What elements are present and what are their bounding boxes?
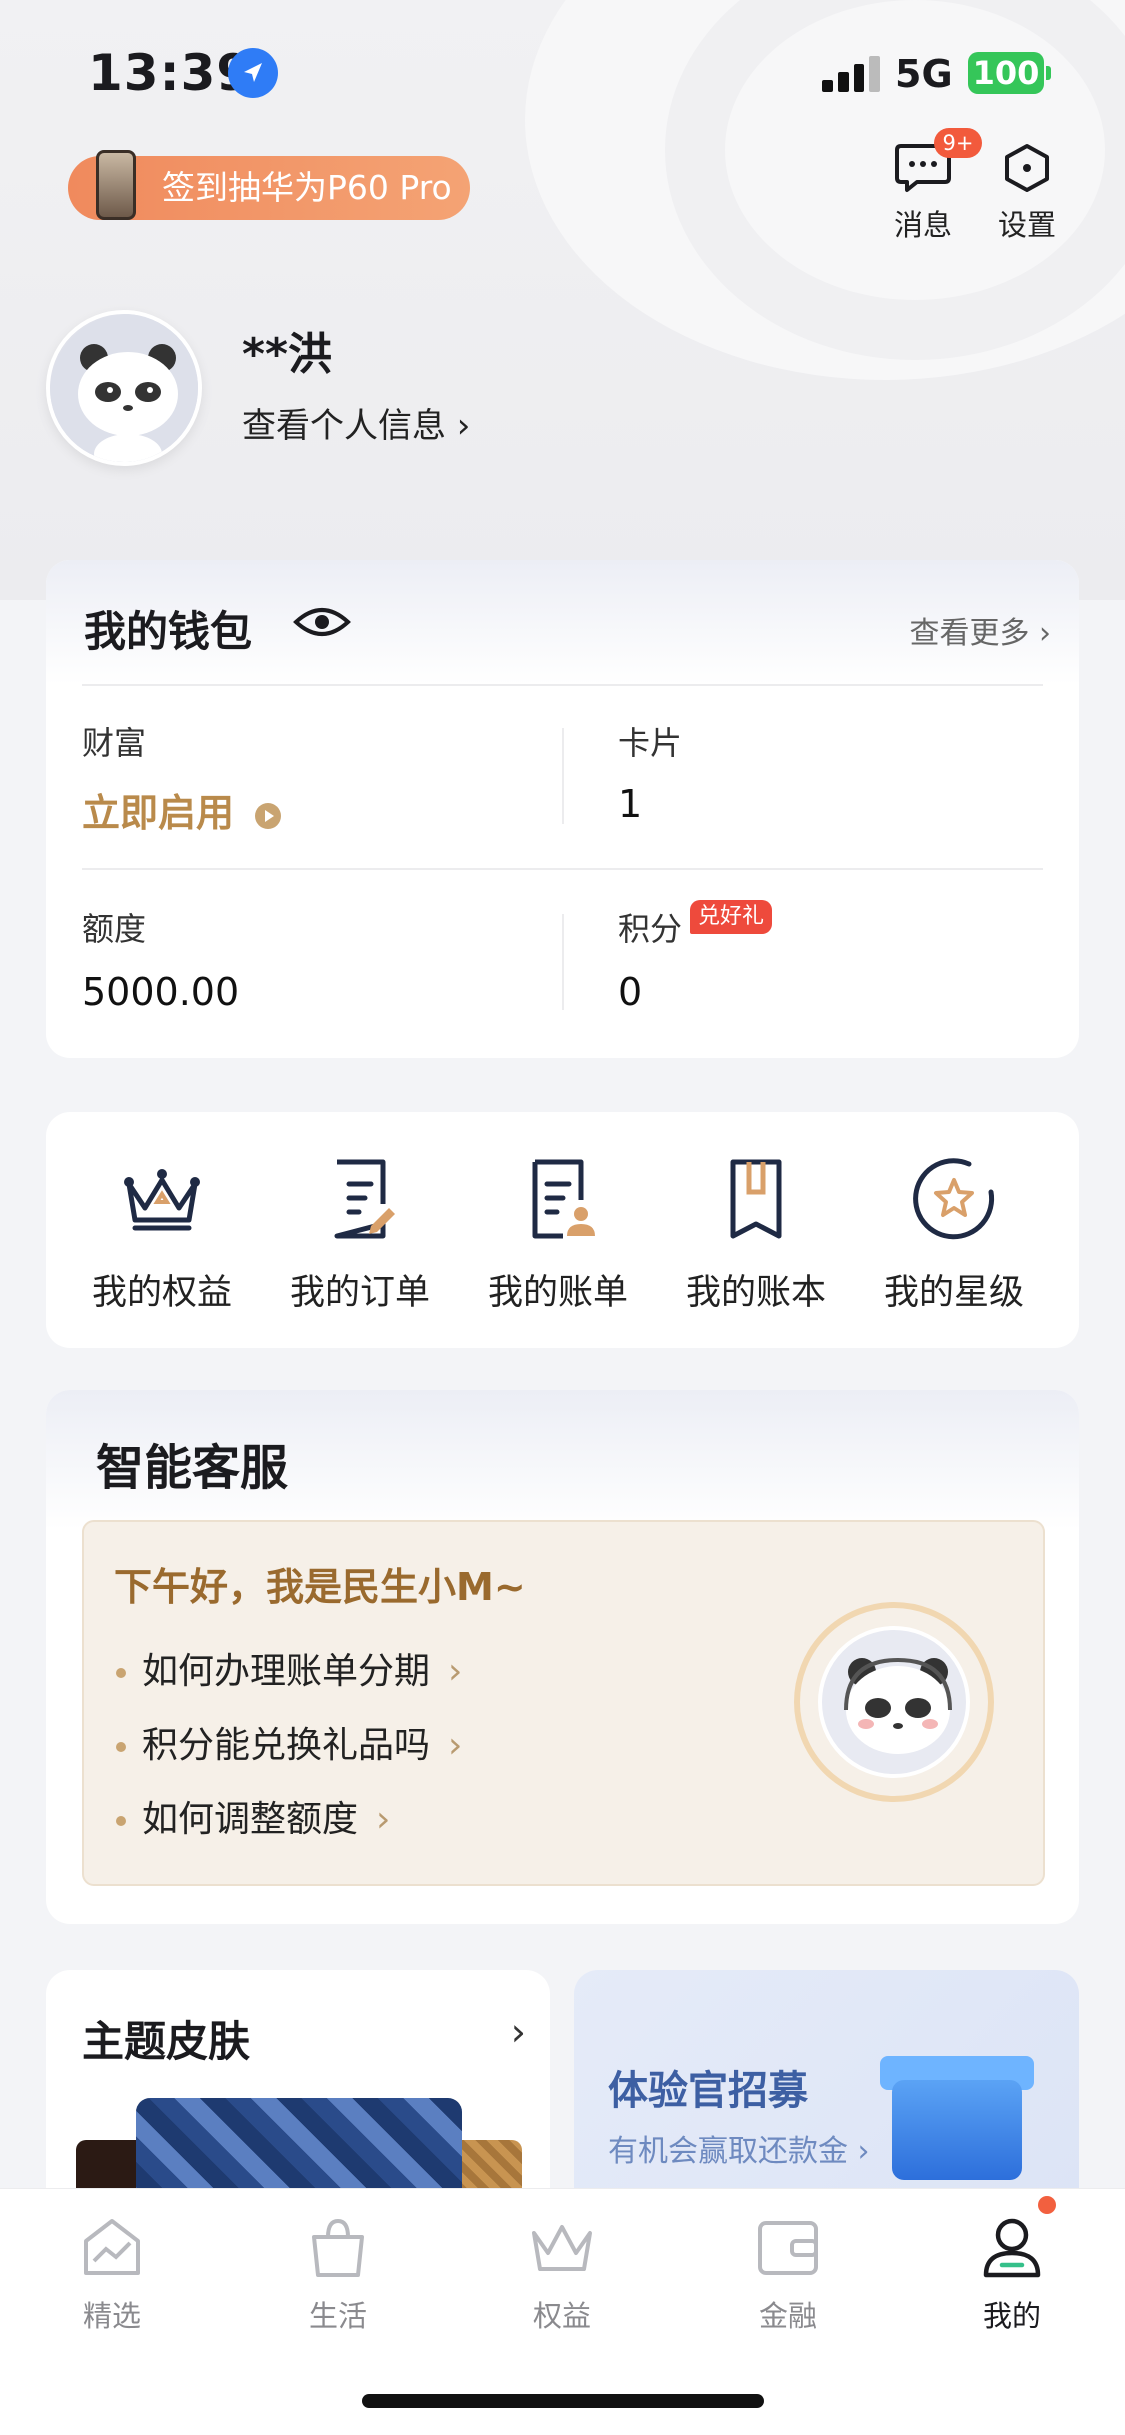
recruit-title: 体验官招募 bbox=[608, 2068, 808, 2114]
shopping-bag-icon bbox=[312, 2218, 364, 2277]
home-indicator[interactable] bbox=[362, 2394, 764, 2408]
wallet-title: 我的钱包 bbox=[84, 607, 253, 656]
shortcuts-card: 我的权益 我的订单 我的账单 我的账本 我的星级 bbox=[46, 1112, 1079, 1348]
tab-life[interactable]: 生活 bbox=[258, 2211, 418, 2335]
shortcut-label: 我的账单 bbox=[487, 1273, 628, 1313]
cards-value[interactable]: 1 bbox=[618, 782, 642, 826]
shortcut-label: 我的账本 bbox=[685, 1273, 826, 1313]
tab-finance[interactable]: 金融 bbox=[708, 2211, 868, 2335]
location-arrow-icon bbox=[228, 48, 278, 98]
order-icon bbox=[334, 1159, 395, 1239]
wealth-enable-label: 立即启用 bbox=[82, 791, 235, 835]
chevron-right-icon: › bbox=[448, 1651, 463, 1692]
crown-outline-icon bbox=[532, 2225, 592, 2271]
assistant-avatar[interactable] bbox=[794, 1602, 994, 1802]
shortcut-star-level[interactable]: 我的星级 bbox=[854, 1154, 1054, 1315]
tab-mine[interactable]: 我的 bbox=[932, 2211, 1092, 2335]
service-title: 智能客服 bbox=[96, 1440, 289, 1496]
bill-icon bbox=[532, 1159, 595, 1239]
gift-box-body bbox=[892, 2080, 1022, 2180]
faq-item[interactable]: 如何办理账单分期 › bbox=[116, 1642, 462, 1694]
settings-label: 设置 bbox=[997, 208, 1056, 242]
featured-icon bbox=[84, 2219, 140, 2275]
service-greeting: 下午好，我是民生小M~ bbox=[114, 1565, 526, 1609]
bullet-dot bbox=[116, 1816, 126, 1826]
network-type: 5G bbox=[895, 52, 953, 96]
tab-label: 金融 bbox=[758, 2299, 817, 2333]
promo-label: 签到抽华为P60 Pro bbox=[162, 168, 452, 207]
crown-icon bbox=[124, 1169, 200, 1231]
user-name: **洪 bbox=[242, 329, 333, 380]
service-chat-panel[interactable]: 下午好，我是民生小M~ 如何办理账单分期 › 积分能兑换礼品吗 › 如何调整额度 › bbox=[82, 1520, 1045, 1886]
faq-question: 如何调整额度 bbox=[142, 1799, 359, 1840]
theme-title: 主题皮肤 bbox=[82, 2017, 251, 2066]
user-profile-icon bbox=[983, 2218, 1041, 2278]
ledger-icon bbox=[730, 1159, 782, 1239]
recruit-subtitle-text: 有机会赢取还款金 bbox=[608, 2134, 848, 2169]
cellular-signal-icon bbox=[822, 56, 880, 92]
messages-label: 消息 bbox=[893, 208, 952, 242]
battery-icon: 100 bbox=[968, 52, 1044, 94]
bullet-dot bbox=[116, 1668, 126, 1678]
smart-service-card: 智能客服 下午好，我是民生小M~ 如何办理账单分期 › 积分能兑换礼品吗 › 如何调… bbox=[46, 1390, 1079, 1924]
divider bbox=[82, 684, 1043, 686]
settings-hexagon-icon bbox=[1005, 144, 1049, 192]
tab-benefits[interactable]: 权益 bbox=[482, 2211, 642, 2335]
tab-featured[interactable]: 精选 bbox=[32, 2211, 192, 2335]
view-more-link[interactable]: 查看更多 › bbox=[909, 608, 1051, 652]
shortcut-orders[interactable]: 我的订单 bbox=[260, 1154, 460, 1315]
points-value[interactable]: 0 bbox=[618, 970, 642, 1014]
recruit-subtitle: 有机会赢取还款金 › bbox=[608, 2134, 870, 2169]
checkin-promo-button[interactable]: 签到抽华为P60 Pro bbox=[68, 150, 470, 220]
wallet-card: 我的钱包 查看更多 › 财富 立即启用 卡片 1 额度 5000.00 积分 兑… bbox=[46, 560, 1079, 1058]
faq-item[interactable]: 如何调整额度 › bbox=[116, 1790, 390, 1842]
wealth-label: 财富 bbox=[82, 724, 147, 762]
play-circle-icon bbox=[255, 802, 282, 829]
shortcut-label: 我的订单 bbox=[289, 1273, 430, 1313]
divider bbox=[82, 868, 1043, 870]
bullet-dot bbox=[116, 1742, 126, 1752]
points-label: 积分 bbox=[618, 910, 683, 948]
divider bbox=[562, 914, 564, 1010]
tab-label: 精选 bbox=[82, 2299, 141, 2333]
shortcut-label: 我的星级 bbox=[883, 1273, 1024, 1313]
notification-dot bbox=[1038, 2196, 1056, 2214]
recruit-banner[interactable]: 体验官招募 有机会赢取还款金 › bbox=[574, 1970, 1079, 2220]
tab-label: 生活 bbox=[308, 2299, 367, 2333]
shortcut-bills[interactable]: 我的账单 bbox=[458, 1154, 658, 1315]
theme-skin-card[interactable]: 主题皮肤 › bbox=[46, 1970, 550, 2220]
divider bbox=[562, 728, 564, 824]
wealth-enable-link[interactable]: 立即启用 bbox=[82, 782, 283, 837]
chevron-right-icon: › bbox=[376, 1799, 391, 1840]
star-level-icon bbox=[913, 1158, 995, 1240]
battery-tip bbox=[1046, 66, 1051, 80]
status-bar: 13:39 5G 100 bbox=[0, 0, 1125, 140]
settings-button[interactable]: 设置 bbox=[982, 136, 1072, 246]
panda-assistant-icon bbox=[818, 1626, 970, 1778]
cards-label: 卡片 bbox=[618, 724, 683, 762]
shortcut-ledger[interactable]: 我的账本 bbox=[656, 1154, 856, 1315]
eye-icon[interactable] bbox=[292, 602, 352, 642]
shortcut-benefits[interactable]: 我的权益 bbox=[62, 1154, 262, 1315]
shortcut-label: 我的权益 bbox=[91, 1273, 232, 1313]
chevron-right-icon: › bbox=[510, 2010, 526, 2054]
message-count-badge: 9+ bbox=[934, 128, 982, 158]
tab-label: 权益 bbox=[532, 2299, 591, 2333]
chevron-right-icon: › bbox=[448, 1725, 463, 1766]
phone-image bbox=[96, 150, 136, 220]
avatar[interactable] bbox=[46, 310, 202, 466]
wallet-icon bbox=[758, 2221, 818, 2275]
faq-question: 如何办理账单分期 bbox=[142, 1651, 431, 1692]
limit-label: 额度 bbox=[82, 910, 147, 948]
view-profile-link[interactable]: 查看个人信息 › bbox=[242, 398, 470, 447]
faq-question: 积分能兑换礼品吗 bbox=[142, 1725, 431, 1766]
faq-item[interactable]: 积分能兑换礼品吗 › bbox=[116, 1716, 462, 1768]
redeem-gift-badge: 兑好礼 bbox=[690, 900, 773, 934]
tab-label: 我的 bbox=[982, 2299, 1041, 2333]
limit-value[interactable]: 5000.00 bbox=[82, 970, 239, 1014]
